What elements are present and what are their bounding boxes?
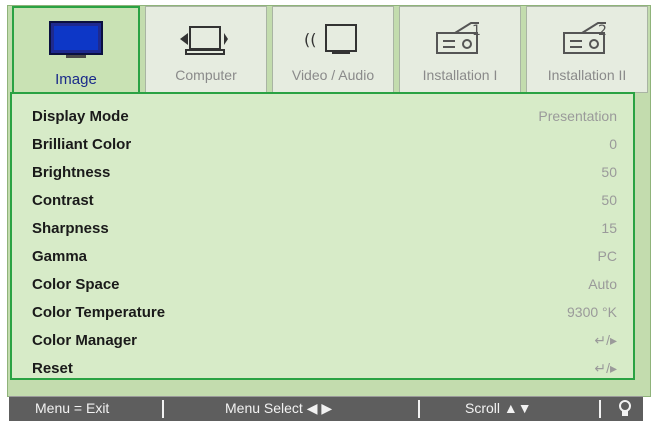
enter-right-arrow-icon: ↵/▸ — [594, 332, 617, 348]
menu-item-contrast[interactable]: Contrast 50 — [12, 186, 633, 214]
menu-item-label: Color Temperature — [32, 304, 166, 321]
menu-item-brightness[interactable]: Brightness 50 — [12, 158, 633, 186]
menu-item-gamma[interactable]: Gamma PC — [12, 242, 633, 270]
projector-2-icon: 2 — [563, 22, 607, 54]
footer-bar: Menu = Exit Menu Select ◀ ▶ Scroll ▲▼ — [9, 396, 643, 421]
video-audio-icon: (( — [304, 24, 357, 54]
menu-item-display-mode[interactable]: Display Mode Presentation — [12, 102, 633, 130]
tab-video-audio[interactable]: (( Video / Audio — [272, 6, 394, 93]
menu-item-value: 0 — [609, 136, 617, 152]
menu-item-value: Auto — [588, 276, 617, 292]
monitor-icon — [49, 21, 103, 58]
menu-item-color-temperature[interactable]: Color Temperature 9300 °K — [12, 298, 633, 326]
menu-item-color-manager[interactable]: Color Manager ↵/▸ — [12, 326, 633, 354]
tab-label-installation-2: Installation II — [547, 67, 627, 83]
menu-item-value: 50 — [601, 192, 617, 208]
menu-item-label: Brightness — [32, 164, 111, 181]
bulb-icon — [619, 400, 631, 416]
footer-select-hint: Menu Select ◀ ▶ — [225, 400, 333, 416]
menu-item-value: 50 — [601, 164, 617, 180]
tab-image[interactable]: Image — [12, 6, 140, 96]
menu-item-label: Sharpness — [32, 220, 109, 237]
tab-installation-2[interactable]: 2 Installation II — [526, 6, 648, 93]
menu-item-label: Color Manager — [32, 332, 138, 349]
menu-item-color-space[interactable]: Color Space Auto — [12, 270, 633, 298]
menu-item-label: Display Mode — [32, 108, 129, 125]
footer-scroll-hint: Scroll ▲▼ — [465, 400, 532, 416]
tab-label-installation-1: Installation I — [422, 67, 498, 83]
menu-item-value: PC — [597, 248, 617, 264]
menu-item-sharpness[interactable]: Sharpness 15 — [12, 214, 633, 242]
projector-1-icon: 1 — [436, 22, 481, 54]
enter-right-arrow-icon: ↵/▸ — [594, 360, 617, 376]
menu-item-brilliant-color[interactable]: Brilliant Color 0 — [12, 130, 633, 158]
menu-panel: Display Mode Presentation Brilliant Colo… — [10, 92, 635, 380]
tab-computer[interactable]: Computer — [145, 6, 267, 93]
svg-text:1: 1 — [472, 23, 481, 39]
footer-exit-hint: Menu = Exit — [35, 400, 110, 416]
menu-item-value: 9300 °K — [567, 304, 617, 320]
footer-separator — [599, 400, 601, 418]
footer-separator — [162, 400, 164, 418]
computer-icon — [180, 26, 228, 55]
menu-item-label: Contrast — [32, 192, 94, 209]
menu-item-reset[interactable]: Reset ↵/▸ — [12, 354, 633, 382]
tab-label-image: Image — [55, 71, 97, 88]
tab-label-video-audio: Video / Audio — [291, 67, 375, 83]
menu-item-value: Presentation — [538, 108, 617, 124]
menu-item-label: Color Space — [32, 276, 120, 293]
footer-separator — [418, 400, 420, 418]
menu-item-label: Gamma — [32, 248, 88, 265]
menu-item-value: 15 — [601, 220, 617, 236]
tab-installation-1[interactable]: 1 Installation I — [399, 6, 521, 93]
menu-item-label: Reset — [32, 360, 73, 377]
menu-item-label: Brilliant Color — [32, 136, 132, 153]
svg-text:2: 2 — [598, 23, 607, 39]
svg-text:((: (( — [304, 30, 316, 49]
tab-label-computer: Computer — [175, 67, 237, 83]
